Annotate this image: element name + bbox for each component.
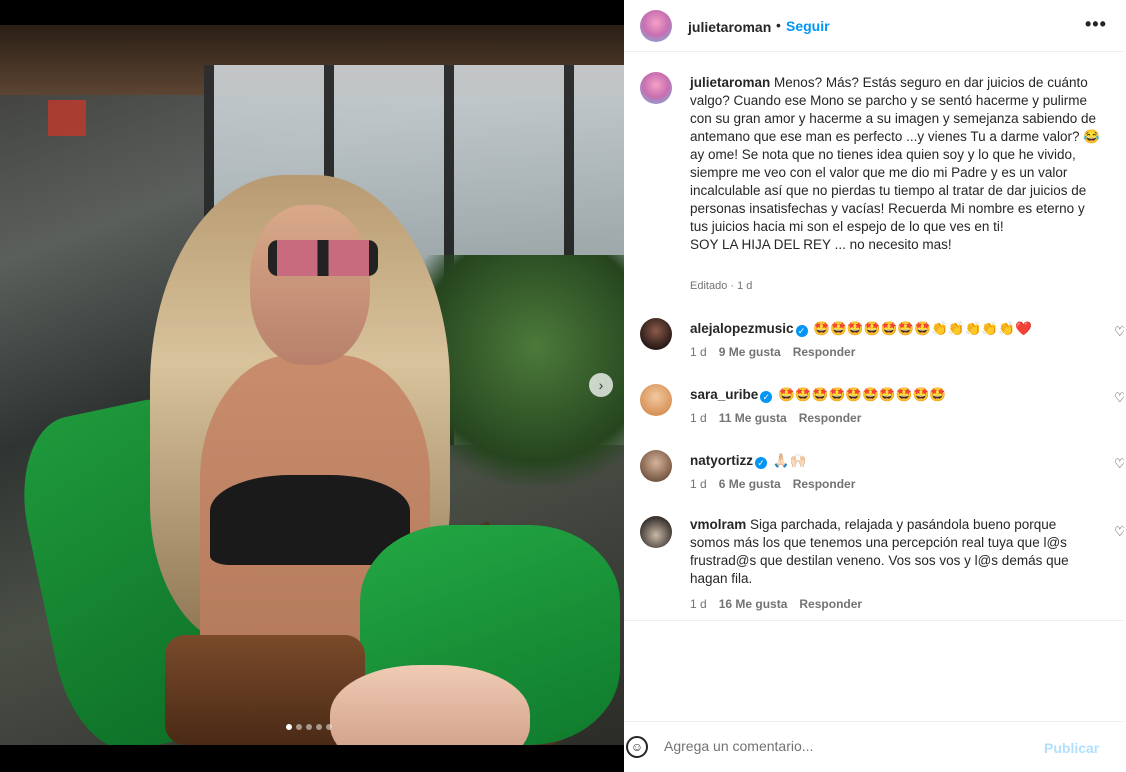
comment-actions: 1 d 16 Me gusta Responder bbox=[690, 597, 862, 611]
comments-divider bbox=[624, 620, 1124, 621]
photo-black-top bbox=[210, 475, 410, 565]
header-username[interactable]: julietaroman bbox=[688, 19, 771, 35]
carousel-dot bbox=[316, 724, 322, 730]
comment-username[interactable]: vmolram bbox=[690, 517, 746, 532]
comment-likes[interactable]: 16 Me gusta bbox=[719, 597, 788, 611]
avatar[interactable] bbox=[640, 72, 672, 104]
photo-hand bbox=[330, 665, 530, 745]
comment-body: alejalopezmusic ✓ 🤩🤩🤩🤩🤩🤩🤩👏👏👏👏👏❤️ bbox=[690, 320, 1080, 338]
avatar[interactable] bbox=[640, 450, 672, 482]
photo-sunglasses bbox=[268, 240, 378, 276]
more-horizontal-icon[interactable]: ••• bbox=[1085, 14, 1107, 35]
comment-body: sara_uribe ✓ 🤩🤩🤩🤩🤩🤩🤩🤩🤩🤩 bbox=[690, 386, 1080, 404]
comment-input[interactable] bbox=[664, 738, 1024, 754]
comment-username[interactable]: natyortizz bbox=[690, 453, 753, 468]
carousel-dot bbox=[326, 724, 332, 730]
comment-username[interactable]: alejalopezmusic bbox=[690, 321, 794, 336]
publish-button[interactable]: Publicar bbox=[1044, 740, 1099, 756]
reply-button[interactable]: Responder bbox=[799, 597, 862, 611]
comment-username[interactable]: sara_uribe bbox=[690, 387, 758, 402]
verified-badge-icon: ✓ bbox=[755, 457, 768, 469]
caption-text: Menos? Más? Estás seguro en dar juicios … bbox=[690, 75, 1101, 252]
carousel-dot bbox=[286, 724, 292, 730]
post-header: julietaroman • Seguir ••• bbox=[624, 0, 1124, 52]
avatar[interactable] bbox=[640, 516, 672, 548]
avatar[interactable] bbox=[640, 318, 672, 350]
carousel-next-button[interactable]: › bbox=[589, 373, 613, 397]
comment-body: vmolram Siga parchada, relajada y pasánd… bbox=[690, 516, 1080, 588]
avatar[interactable] bbox=[640, 10, 672, 42]
instagram-post-modal: › julietaroman • Seguir ••• julietaroman… bbox=[0, 0, 1126, 772]
comment-actions: 1 d 6 Me gusta Responder bbox=[690, 477, 855, 491]
carousel-indicator bbox=[286, 724, 332, 730]
carousel-dot bbox=[306, 724, 312, 730]
comment-text: Siga parchada, relajada y pasándola buen… bbox=[690, 517, 1069, 586]
comment-composer: ☺ Publicar bbox=[624, 721, 1124, 772]
reply-button[interactable]: Responder bbox=[799, 411, 862, 425]
photo-face bbox=[250, 205, 370, 365]
photo-exit-sign bbox=[48, 100, 86, 136]
comment-text: 🤩🤩🤩🤩🤩🤩🤩👏👏👏👏👏❤️ bbox=[813, 321, 1032, 336]
comment-text: 🤩🤩🤩🤩🤩🤩🤩🤩🤩🤩 bbox=[778, 387, 947, 402]
chevron-right-icon: › bbox=[598, 377, 604, 393]
verified-badge-icon: ✓ bbox=[760, 391, 773, 403]
comment-time: 1 d bbox=[690, 477, 707, 491]
verified-badge-icon: ✓ bbox=[795, 325, 808, 337]
comment-time: 1 d bbox=[690, 597, 707, 611]
comment-text: 🙏🏻🙌🏻 bbox=[772, 453, 807, 468]
reply-button[interactable]: Responder bbox=[793, 345, 856, 359]
post-side-panel: julietaroman • Seguir ••• julietaroman M… bbox=[624, 0, 1126, 772]
carousel-dot bbox=[296, 724, 302, 730]
caption-body: julietaroman Menos? Más? Estás seguro en… bbox=[690, 74, 1104, 254]
avatar[interactable] bbox=[640, 384, 672, 416]
comment-likes[interactable]: 6 Me gusta bbox=[719, 477, 781, 491]
header-separator: • bbox=[776, 17, 781, 33]
comment-likes[interactable]: 11 Me gusta bbox=[719, 411, 787, 425]
follow-button[interactable]: Seguir bbox=[786, 18, 830, 34]
caption-meta: Editado · 1 d bbox=[690, 280, 753, 292]
comment-body: natyortizz ✓ 🙏🏻🙌🏻 bbox=[690, 452, 1080, 470]
comment-likes[interactable]: 9 Me gusta bbox=[719, 345, 781, 359]
emoji-smile-icon[interactable]: ☺ bbox=[626, 736, 648, 758]
comment-time: 1 d bbox=[690, 411, 707, 425]
reply-button[interactable]: Responder bbox=[793, 477, 856, 491]
comment-actions: 1 d 9 Me gusta Responder bbox=[690, 345, 855, 359]
comment-actions: 1 d 11 Me gusta Responder bbox=[690, 411, 861, 425]
comment-time: 1 d bbox=[690, 345, 707, 359]
post-photo[interactable] bbox=[0, 25, 624, 745]
caption-username[interactable]: julietaroman bbox=[690, 75, 770, 90]
